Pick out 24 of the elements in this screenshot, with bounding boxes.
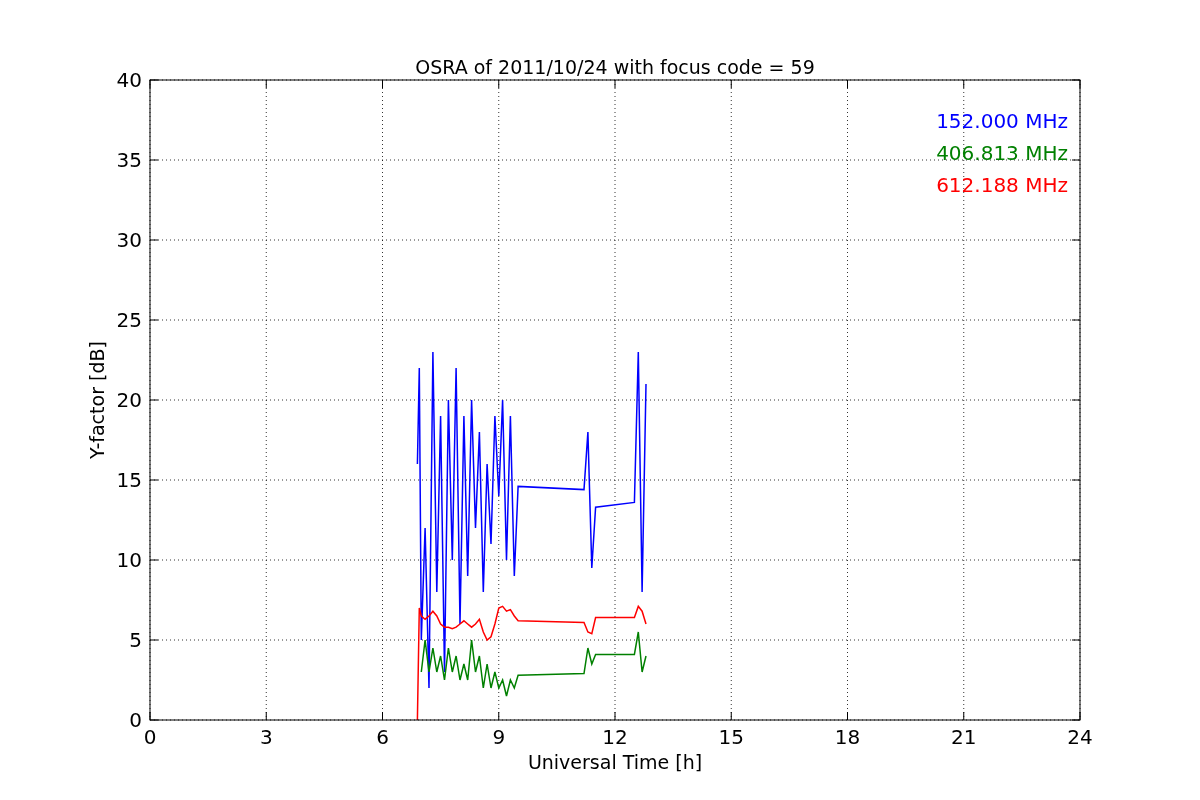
tick-label: 15 bbox=[718, 725, 744, 749]
tick-label: 24 bbox=[1067, 725, 1093, 749]
x-axis-label: Universal Time [h] bbox=[527, 751, 703, 773]
tick-label: 15 bbox=[116, 468, 142, 492]
legend-label: 406.813 MHz bbox=[936, 141, 1068, 165]
y-axis-label: Y-factor [dB] bbox=[86, 341, 108, 459]
tick-label: 40 bbox=[116, 68, 142, 92]
tick-label: 18 bbox=[834, 725, 861, 749]
tick-label: 10 bbox=[116, 548, 142, 572]
tick-label: 25 bbox=[116, 308, 142, 332]
tick-label: 0 bbox=[129, 708, 142, 732]
tick-label: 20 bbox=[116, 388, 142, 412]
tick-label: 12 bbox=[602, 725, 628, 749]
chart-title: OSRA of 2011/10/24 with focus code = 59 bbox=[415, 56, 815, 78]
tick-label: 0 bbox=[143, 725, 157, 749]
tick-label: 21 bbox=[951, 725, 977, 749]
tick-label: 9 bbox=[492, 725, 506, 749]
legend-label: 152.000 MHz bbox=[936, 109, 1068, 133]
tick-label: 6 bbox=[376, 725, 389, 749]
tick-label: 5 bbox=[129, 628, 142, 652]
tick-label: 30 bbox=[116, 228, 142, 252]
tick-label: 35 bbox=[116, 148, 142, 172]
legend-label: 612.188 MHz bbox=[936, 173, 1068, 197]
tick-label: 3 bbox=[259, 725, 273, 749]
